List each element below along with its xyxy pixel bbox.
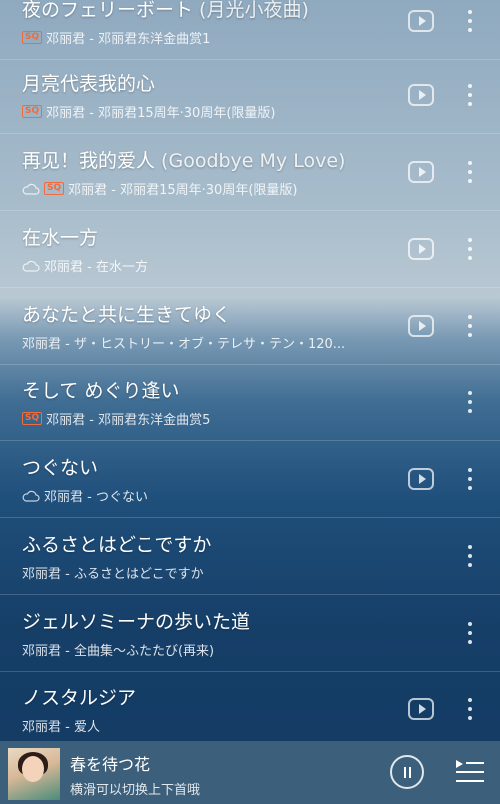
mv-play-icon[interactable]	[408, 698, 434, 720]
mv-play-icon[interactable]	[408, 468, 434, 490]
artist-album-text: 邓丽君 - 在水一方	[44, 260, 148, 275]
song-title-text: そして めぐり逢い	[22, 380, 180, 402]
sq-quality-badge: SQ	[44, 182, 65, 195]
song-row[interactable]: つぐない邓丽君 - つぐない	[0, 441, 500, 518]
song-title-text: ふるさとはどこですか	[22, 534, 212, 556]
song-title-text: ノスタルジア	[22, 687, 137, 709]
artist-album-text: 邓丽君 - つぐない	[44, 490, 148, 505]
artist-album-text: 邓丽君 - 邓丽君东洋金曲赏5	[46, 413, 211, 428]
song-title: つぐない	[22, 453, 98, 480]
mv-play-icon[interactable]	[408, 315, 434, 337]
more-options-icon[interactable]	[466, 315, 474, 337]
song-meta: SQ 邓丽君 - 邓丽君15周年·30周年(限量版)	[22, 102, 275, 121]
more-options-icon[interactable]	[466, 545, 474, 567]
more-options-icon[interactable]	[466, 238, 474, 260]
now-playing-title: 春を待つ花	[70, 755, 151, 774]
song-row[interactable]: 夜のフェリーボート (月光小夜曲) SQ 邓丽君 - 邓丽君东洋金曲赏1	[0, 0, 500, 60]
sq-quality-badge: SQ	[22, 31, 43, 44]
cover-face	[22, 756, 44, 782]
song-title-text: ジェルソミーナの歩いた道	[22, 611, 251, 633]
song-row[interactable]: そして めぐり逢い SQ 邓丽君 - 邓丽君东洋金曲赏5	[0, 364, 500, 441]
song-row[interactable]: 在水一方邓丽君 - 在水一方	[0, 211, 500, 288]
song-title: ジェルソミーナの歩いた道	[22, 607, 250, 634]
song-title-suffix: (Goodbye My Love)	[155, 150, 346, 172]
song-meta: 邓丽君 - ふるさとはどこですか	[22, 563, 204, 582]
song-meta: SQ 邓丽君 - 邓丽君15周年·30周年(限量版)	[22, 179, 297, 198]
cloud-icon	[22, 260, 40, 272]
mv-play-icon[interactable]	[408, 238, 434, 260]
song-meta: 邓丽君 - つぐない	[22, 486, 148, 505]
song-title: 月亮代表我的心	[22, 69, 155, 96]
song-title-suffix: (月光小夜曲)	[193, 0, 309, 21]
mv-play-icon[interactable]	[408, 10, 434, 32]
sq-quality-badge: SQ	[22, 412, 43, 425]
song-row[interactable]: ノスタルジア邓丽君 - 爱人	[0, 671, 500, 741]
artist-album-text: 邓丽君 - 邓丽君15周年·30周年(限量版)	[46, 106, 276, 121]
song-list: 夜のフェリーボート (月光小夜曲) SQ 邓丽君 - 邓丽君东洋金曲赏1 月亮代表我的…	[0, 0, 500, 741]
song-title: ふるさとはどこですか	[22, 530, 211, 557]
more-options-icon[interactable]	[466, 391, 474, 413]
more-options-icon[interactable]	[466, 468, 474, 490]
song-title-text: あなたと共に生きてゆく	[22, 304, 232, 326]
song-meta: 邓丽君 - ザ・ヒストリー・オブ・テレサ・テン・120...	[22, 333, 345, 352]
song-title: あなたと共に生きてゆく	[22, 300, 231, 327]
more-options-icon[interactable]	[466, 84, 474, 106]
mini-player[interactable]: 春を待つ花 横滑可以切换上下首哦	[0, 741, 500, 804]
artist-album-text: 邓丽君 - ふるさとはどこですか	[22, 567, 204, 582]
sq-quality-badge: SQ	[22, 105, 43, 118]
song-meta: 邓丽君 - 爱人	[22, 716, 100, 735]
album-cover[interactable]	[8, 748, 60, 800]
song-title-text: 再见！我的爱人	[22, 150, 156, 172]
song-title: 夜のフェリーボート (月光小夜曲)	[22, 0, 309, 22]
song-title-text: 在水一方	[22, 227, 99, 249]
more-options-icon[interactable]	[466, 161, 474, 183]
playlist-queue-icon[interactable]	[456, 760, 484, 784]
cloud-icon	[22, 490, 40, 502]
mv-play-icon[interactable]	[408, 161, 434, 183]
more-options-icon[interactable]	[466, 622, 474, 644]
mv-play-icon[interactable]	[408, 84, 434, 106]
song-title: 再见！我的爱人 (Goodbye My Love)	[22, 146, 345, 173]
song-row[interactable]: 再见！我的爱人 (Goodbye My Love) SQ 邓丽君 - 邓丽君15周年…	[0, 134, 500, 211]
song-meta: SQ 邓丽君 - 邓丽君东洋金曲赏5	[22, 409, 210, 428]
song-row[interactable]: あなたと共に生きてゆく邓丽君 - ザ・ヒストリー・オブ・テレサ・テン・120..…	[0, 288, 500, 365]
cloud-icon	[22, 183, 40, 195]
song-meta: 邓丽君 - 在水一方	[22, 256, 148, 275]
song-title: ノスタルジア	[22, 683, 136, 710]
artist-album-text: 邓丽君 - 爱人	[22, 720, 100, 735]
song-row[interactable]: 月亮代表我的心 SQ 邓丽君 - 邓丽君15周年·30周年(限量版)	[0, 57, 500, 134]
song-title-text: 夜のフェリーボート	[22, 0, 194, 21]
song-title: 在水一方	[22, 223, 98, 250]
artist-album-text: 邓丽君 - 邓丽君东洋金曲赏1	[46, 32, 211, 47]
now-playing-hint: 横滑可以切换上下首哦	[70, 783, 201, 798]
more-options-icon[interactable]	[466, 10, 474, 32]
artist-album-text: 邓丽君 - ザ・ヒストリー・オブ・テレサ・テン・120...	[22, 337, 346, 352]
song-meta: 邓丽君 - 全曲集～ふたたび(再来)	[22, 640, 214, 659]
song-title-text: つぐない	[22, 457, 99, 479]
song-title: そして めぐり逢い	[22, 376, 179, 403]
more-options-icon[interactable]	[466, 698, 474, 720]
song-meta: SQ 邓丽君 - 邓丽君东洋金曲赏1	[22, 28, 210, 47]
artist-album-text: 邓丽君 - 邓丽君15周年·30周年(限量版)	[68, 183, 298, 198]
song-row[interactable]: ふるさとはどこですか邓丽君 - ふるさとはどこですか	[0, 518, 500, 595]
pause-button[interactable]	[390, 755, 424, 789]
artist-album-text: 邓丽君 - 全曲集～ふたたび(再来)	[22, 644, 215, 659]
song-title-text: 月亮代表我的心	[22, 73, 156, 95]
song-row[interactable]: ジェルソミーナの歩いた道邓丽君 - 全曲集～ふたたび(再来)	[0, 595, 500, 672]
